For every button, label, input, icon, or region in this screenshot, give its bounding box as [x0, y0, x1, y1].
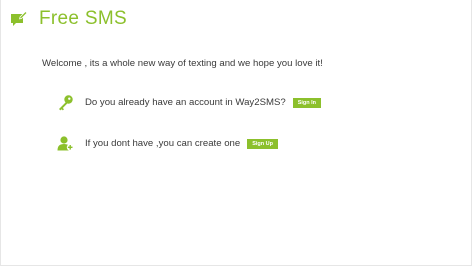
signin-prompt: Do you already have an account in Way2SM…: [85, 97, 286, 108]
sms-pencil-icon: [11, 10, 28, 26]
key-icon: [59, 95, 73, 111]
app-header: Free SMS: [10, 8, 127, 30]
add-user-icon: [57, 136, 74, 151]
welcome-message: Welcome , its a whole new way of texting…: [42, 58, 323, 69]
sign-in-button[interactable]: Sign In: [292, 97, 322, 108]
app-title: Free SMS: [39, 8, 127, 29]
signup-row: If you dont have ,you can create one Sig…: [57, 135, 278, 152]
signup-prompt: If you dont have ,you can create one: [85, 138, 241, 149]
sign-up-button[interactable]: Sign Up: [247, 138, 278, 149]
app-page: Free SMS Welcome , its a whole new way o…: [0, 0, 472, 266]
signin-row: Do you already have an account in Way2SM…: [57, 94, 322, 111]
